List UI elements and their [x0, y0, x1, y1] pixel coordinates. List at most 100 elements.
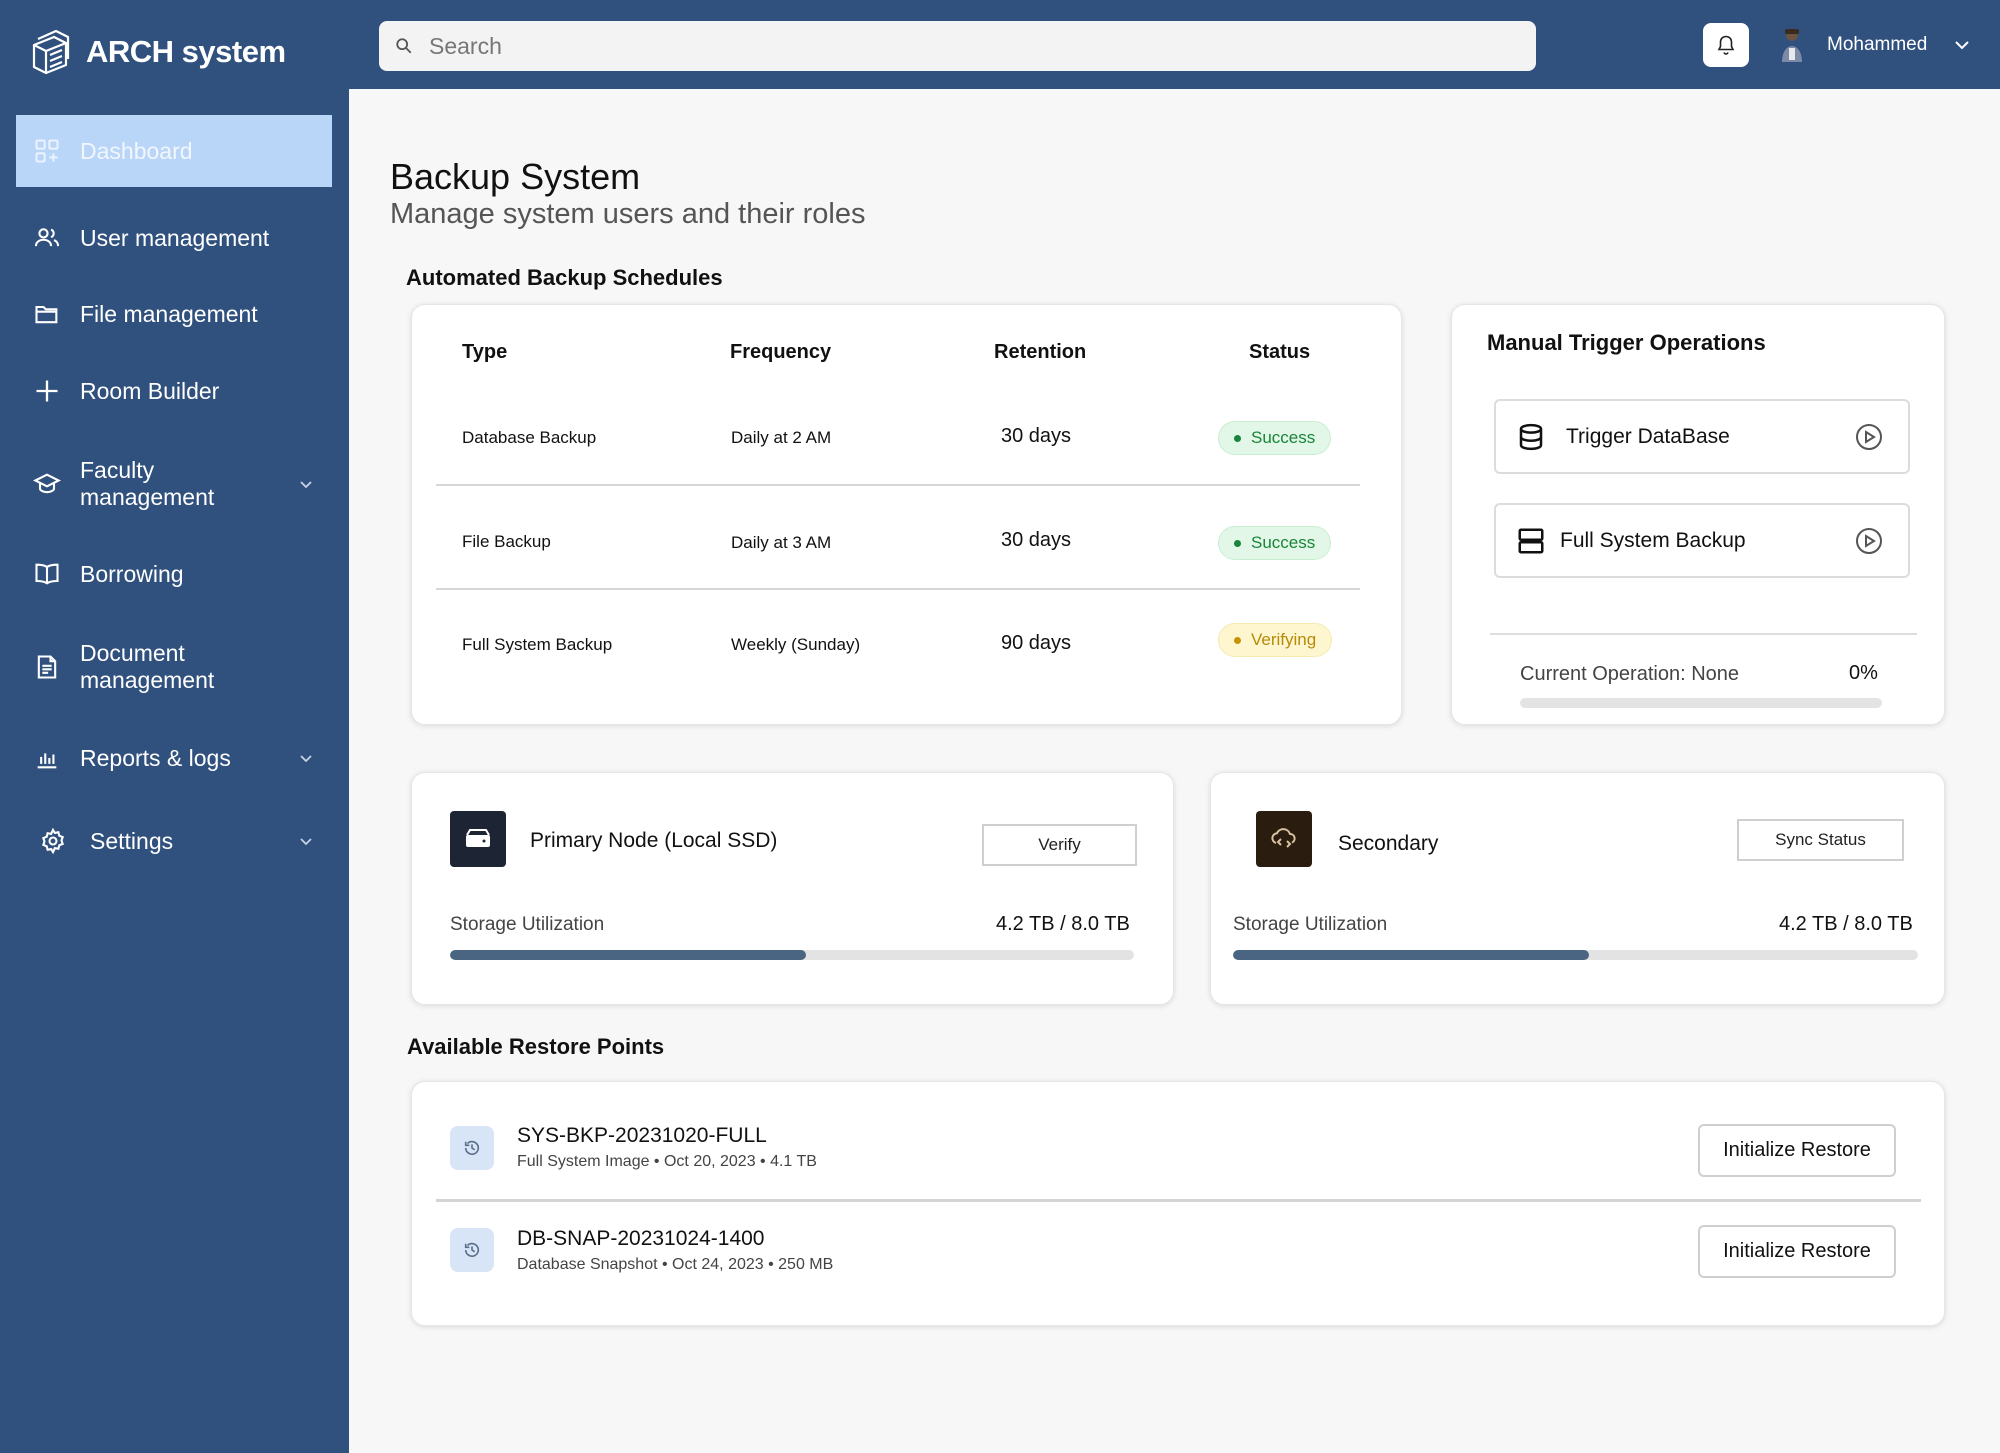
manual-trigger-title: Manual Trigger Operations [1487, 330, 1766, 355]
drive-icon [450, 811, 506, 867]
avatar[interactable] [1777, 26, 1807, 64]
status-badge-label: Verifying [1251, 630, 1317, 649]
initialize-restore-label: Initialize Restore [1723, 1240, 1871, 1262]
initialize-restore-button[interactable]: Initialize Restore [1698, 1225, 1896, 1278]
restore-point-meta: Full System Image • Oct 20, 2023 • 4.1 T… [517, 1153, 817, 1170]
bar-chart-icon [32, 743, 62, 773]
page-title: Backup System [390, 156, 641, 197]
row-divider [436, 484, 1360, 486]
sidebar-item-faculty-management[interactable]: Faculty management [16, 454, 332, 514]
book-icon [32, 559, 62, 589]
verify-button-label: Verify [1038, 835, 1081, 854]
sidebar-item-user-management[interactable]: User management [16, 218, 332, 258]
play-icon [1856, 423, 1882, 450]
full-system-backup-button[interactable]: Full System Backup [1494, 503, 1910, 578]
initialize-restore-button[interactable]: Initialize Restore [1698, 1124, 1896, 1177]
restore-point-name: DB-SNAP-20231024-1400 [517, 1227, 765, 1250]
table-cell-retention: 30 days [1001, 529, 1072, 551]
primary-node-title: Primary Node (Local SSD) [530, 829, 778, 852]
full-system-backup-label: Full System Backup [1560, 528, 1746, 552]
sidebar-item-label: Room Builder [80, 377, 220, 404]
current-operation-label: Current Operation: None [1520, 663, 1740, 685]
top-bar: Mohammed [349, 0, 2000, 89]
sync-status-button[interactable]: Sync Status [1737, 819, 1904, 861]
plus-icon [32, 376, 62, 406]
sidebar-item-dashboard[interactable]: Dashboard [16, 115, 332, 187]
search-input[interactable] [429, 32, 1429, 60]
column-header-status: Status [1249, 341, 1311, 363]
sidebar-item-label: Faculty management [80, 457, 215, 510]
column-header-frequency: Frequency [730, 341, 832, 363]
column-header-type: Type [462, 341, 508, 363]
status-badge: Success [1218, 421, 1332, 455]
chevron-down-icon [300, 755, 312, 763]
sidebar-item-label: Borrowing [80, 560, 184, 587]
secondary-node-card: Secondary Sync Status Storage Utilizatio… [1210, 772, 1945, 1005]
search-icon [396, 38, 412, 54]
sidebar-item-reports-logs[interactable]: Reports & logs [16, 738, 332, 778]
status-badge-label: Success [1251, 533, 1316, 552]
graduation-cap-icon [32, 469, 62, 499]
dashboard-icon [32, 136, 62, 166]
app-logo[interactable]: ARCH system [28, 24, 286, 80]
section-title-restore: Available Restore Points [407, 1034, 665, 1059]
sidebar-item-settings[interactable]: Settings [16, 821, 332, 861]
status-badge: Success [1218, 526, 1332, 560]
folder-icon [32, 299, 62, 329]
status-badge: Verifying [1218, 623, 1333, 657]
divider [1490, 633, 1917, 635]
logo-icon [32, 29, 70, 75]
notification-button[interactable] [1703, 23, 1749, 67]
sidebar-item-document-management[interactable]: Document management [16, 637, 332, 697]
bell-icon [1717, 35, 1735, 55]
row-divider [436, 588, 1360, 590]
table-cell-retention: 90 days [1001, 632, 1072, 654]
row-divider [436, 1199, 1921, 1202]
users-icon [32, 223, 62, 253]
storage-utilization-label: Storage Utilization [450, 914, 605, 935]
restore-point-name: SYS-BKP-20231020-FULL [517, 1124, 767, 1147]
sidebar: ARCH system Dashboard User management Fi… [0, 0, 349, 1453]
operation-progress-percent: 0% [1849, 662, 1878, 684]
status-badge-label: Success [1251, 428, 1316, 447]
storage-utilization-label: Storage Utilization [1233, 914, 1388, 935]
sidebar-item-borrowing[interactable]: Borrowing [16, 554, 332, 594]
restore-point-meta: Database Snapshot • Oct 24, 2023 • 250 M… [517, 1256, 834, 1273]
cloud-sync-icon [1256, 811, 1312, 867]
user-name[interactable]: Mohammed [1827, 34, 1927, 56]
history-icon [450, 1228, 494, 1272]
sidebar-item-room-builder[interactable]: Room Builder [16, 371, 332, 411]
document-icon [32, 652, 62, 682]
server-icon [1518, 528, 1544, 553]
storage-utilization-bar [450, 950, 1134, 960]
table-cell-frequency: Daily at 2 AM [731, 428, 832, 447]
sidebar-item-label: User management [80, 224, 270, 251]
sidebar-item-file-management[interactable]: File management [16, 294, 332, 334]
chevron-down-icon[interactable] [1953, 36, 1971, 54]
table-cell-retention: 30 days [1001, 425, 1072, 447]
schedules-table-card: Type Frequency Retention Status Database… [411, 304, 1402, 725]
search-bar[interactable] [379, 21, 1536, 71]
initialize-restore-label: Initialize Restore [1723, 1139, 1871, 1161]
sync-status-button-label: Sync Status [1775, 830, 1866, 849]
verify-button[interactable]: Verify [982, 824, 1137, 866]
chevron-down-icon [300, 838, 312, 846]
secondary-node-title: Secondary [1338, 832, 1439, 855]
manual-trigger-card: Manual Trigger Operations Trigger DataBa… [1451, 304, 1945, 725]
progress-fill [450, 950, 806, 960]
sidebar-item-label: Dashboard [80, 137, 193, 164]
history-icon [450, 1126, 494, 1170]
play-icon [1856, 527, 1882, 554]
trigger-database-button[interactable]: Trigger DataBase [1494, 399, 1910, 474]
sidebar-item-label: Settings [90, 827, 174, 854]
section-title-schedules: Automated Backup Schedules [406, 265, 723, 290]
restore-points-card: SYS-BKP-20231020-FULL Full System Image … [411, 1081, 1945, 1326]
primary-node-card: Primary Node (Local SSD) Verify Storage … [411, 772, 1174, 1005]
storage-utilization-value: 4.2 TB / 8.0 TB [1779, 913, 1913, 935]
sidebar-item-label: Document management [80, 640, 215, 693]
page-subtitle: Manage system users and their roles [390, 198, 866, 230]
trigger-database-label: Trigger DataBase [1566, 424, 1730, 448]
table-cell-type: Full System Backup [462, 635, 613, 654]
table-cell-frequency: Weekly (Sunday) [731, 635, 861, 654]
gear-icon [38, 826, 68, 856]
